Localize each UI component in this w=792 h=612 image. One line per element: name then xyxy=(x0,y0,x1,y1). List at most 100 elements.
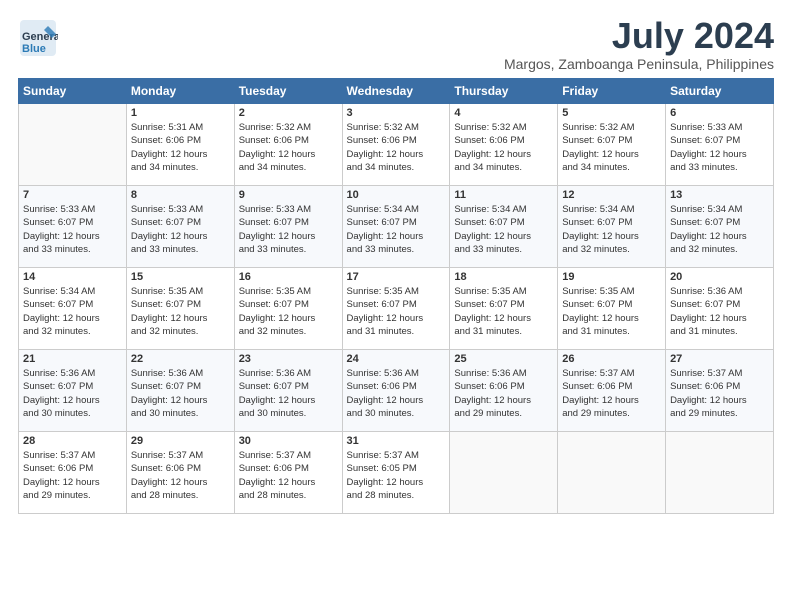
col-saturday: Saturday xyxy=(666,79,774,104)
header: General Blue July 2024 Margos, Zamboanga… xyxy=(18,18,774,72)
day-cell xyxy=(19,104,127,186)
col-wednesday: Wednesday xyxy=(342,79,450,104)
day-info: Sunrise: 5:35 AM Sunset: 6:07 PM Dayligh… xyxy=(239,285,338,338)
day-number: 7 xyxy=(23,189,122,201)
day-number: 13 xyxy=(670,189,769,201)
day-info: Sunrise: 5:35 AM Sunset: 6:07 PM Dayligh… xyxy=(454,285,553,338)
calendar-table: Sunday Monday Tuesday Wednesday Thursday… xyxy=(18,78,774,514)
day-cell: 1 Sunrise: 5:31 AM Sunset: 6:06 PM Daylig… xyxy=(126,104,234,186)
day-info: Sunrise: 5:34 AM Sunset: 6:07 PM Dayligh… xyxy=(454,203,553,256)
col-thursday: Thursday xyxy=(450,79,558,104)
day-number: 16 xyxy=(239,271,338,283)
week-row-4: 21 Sunrise: 5:36 AM Sunset: 6:07 PM Dayli… xyxy=(19,350,774,432)
day-number: 17 xyxy=(347,271,446,283)
day-cell: 23 Sunrise: 5:36 AM Sunset: 6:07 PM Dayli… xyxy=(234,350,342,432)
day-info: Sunrise: 5:36 AM Sunset: 6:06 PM Dayligh… xyxy=(454,367,553,420)
day-info: Sunrise: 5:35 AM Sunset: 6:07 PM Dayligh… xyxy=(347,285,446,338)
day-cell: 25 Sunrise: 5:36 AM Sunset: 6:06 PM Dayli… xyxy=(450,350,558,432)
day-number: 21 xyxy=(23,353,122,365)
day-info: Sunrise: 5:33 AM Sunset: 6:07 PM Dayligh… xyxy=(131,203,230,256)
location-subtitle: Margos, Zamboanga Peninsula, Philippines xyxy=(504,56,774,72)
day-info: Sunrise: 5:35 AM Sunset: 6:07 PM Dayligh… xyxy=(131,285,230,338)
day-info: Sunrise: 5:32 AM Sunset: 6:06 PM Dayligh… xyxy=(239,121,338,174)
week-row-2: 7 Sunrise: 5:33 AM Sunset: 6:07 PM Daylig… xyxy=(19,186,774,268)
col-tuesday: Tuesday xyxy=(234,79,342,104)
day-info: Sunrise: 5:32 AM Sunset: 6:06 PM Dayligh… xyxy=(347,121,446,174)
day-number: 30 xyxy=(239,435,338,447)
week-row-5: 28Sunrise: 5:37 AM Sunset: 6:06 PM Dayli… xyxy=(19,432,774,514)
day-cell xyxy=(558,432,666,514)
logo: General Blue xyxy=(18,18,58,58)
day-cell: 28Sunrise: 5:37 AM Sunset: 6:06 PM Dayli… xyxy=(19,432,127,514)
day-number: 19 xyxy=(562,271,661,283)
day-number: 9 xyxy=(239,189,338,201)
day-number: 23 xyxy=(239,353,338,365)
day-number: 8 xyxy=(131,189,230,201)
day-cell: 14 Sunrise: 5:34 AM Sunset: 6:07 PM Dayli… xyxy=(19,268,127,350)
day-info: Sunrise: 5:34 AM Sunset: 6:07 PM Dayligh… xyxy=(23,285,122,338)
day-cell: 16 Sunrise: 5:35 AM Sunset: 6:07 PM Dayli… xyxy=(234,268,342,350)
day-number: 26 xyxy=(562,353,661,365)
day-info: Sunrise: 5:31 AM Sunset: 6:06 PM Dayligh… xyxy=(131,121,230,174)
day-cell: 29Sunrise: 5:37 AM Sunset: 6:06 PM Dayli… xyxy=(126,432,234,514)
day-cell: 19 Sunrise: 5:35 AM Sunset: 6:07 PM Dayli… xyxy=(558,268,666,350)
header-row: Sunday Monday Tuesday Wednesday Thursday… xyxy=(19,79,774,104)
day-cell: 11 Sunrise: 5:34 AM Sunset: 6:07 PM Dayli… xyxy=(450,186,558,268)
day-cell: 9 Sunrise: 5:33 AM Sunset: 6:07 PM Daylig… xyxy=(234,186,342,268)
svg-text:Blue: Blue xyxy=(22,43,46,55)
day-cell: 31 Sunrise: 5:37 AM Sunset: 6:05 PM Dayli… xyxy=(342,432,450,514)
day-info: Sunrise: 5:37 AM Sunset: 6:06 PM Dayligh… xyxy=(562,367,661,420)
day-number: 10 xyxy=(347,189,446,201)
day-info: Sunrise: 5:33 AM Sunset: 6:07 PM Dayligh… xyxy=(23,203,122,256)
day-info: Sunrise: 5:33 AM Sunset: 6:07 PM Dayligh… xyxy=(239,203,338,256)
day-number: 31 xyxy=(347,435,446,447)
day-cell: 15Sunrise: 5:35 AM Sunset: 6:07 PM Dayli… xyxy=(126,268,234,350)
day-cell: 7 Sunrise: 5:33 AM Sunset: 6:07 PM Daylig… xyxy=(19,186,127,268)
day-info: Sunrise: 5:37 AM Sunset: 6:05 PM Dayligh… xyxy=(347,449,446,502)
day-number: 20 xyxy=(670,271,769,283)
day-cell: 8 Sunrise: 5:33 AM Sunset: 6:07 PM Daylig… xyxy=(126,186,234,268)
day-info: Sunrise: 5:36 AM Sunset: 6:07 PM Dayligh… xyxy=(23,367,122,420)
day-cell: 2 Sunrise: 5:32 AM Sunset: 6:06 PM Daylig… xyxy=(234,104,342,186)
day-info: Sunrise: 5:32 AM Sunset: 6:06 PM Dayligh… xyxy=(454,121,553,174)
day-cell: 26 Sunrise: 5:37 AM Sunset: 6:06 PM Dayli… xyxy=(558,350,666,432)
title-area: July 2024 Margos, Zamboanga Peninsula, P… xyxy=(504,18,774,72)
day-info: Sunrise: 5:35 AM Sunset: 6:07 PM Dayligh… xyxy=(562,285,661,338)
day-number: 2 xyxy=(239,107,338,119)
day-info: Sunrise: 5:36 AM Sunset: 6:07 PM Dayligh… xyxy=(239,367,338,420)
col-monday: Monday xyxy=(126,79,234,104)
month-title: July 2024 xyxy=(504,18,774,54)
day-number: 22 xyxy=(131,353,230,365)
col-friday: Friday xyxy=(558,79,666,104)
page: General Blue July 2024 Margos, Zamboanga… xyxy=(0,0,792,524)
day-number: 3 xyxy=(347,107,446,119)
day-info: Sunrise: 5:37 AM Sunset: 6:06 PM Dayligh… xyxy=(131,449,230,502)
day-cell xyxy=(450,432,558,514)
day-number: 18 xyxy=(454,271,553,283)
day-cell: 10Sunrise: 5:34 AM Sunset: 6:07 PM Dayli… xyxy=(342,186,450,268)
day-info: Sunrise: 5:33 AM Sunset: 6:07 PM Dayligh… xyxy=(670,121,769,174)
day-info: Sunrise: 5:37 AM Sunset: 6:06 PM Dayligh… xyxy=(239,449,338,502)
day-cell: 17 Sunrise: 5:35 AM Sunset: 6:07 PM Dayli… xyxy=(342,268,450,350)
week-row-3: 14 Sunrise: 5:34 AM Sunset: 6:07 PM Dayli… xyxy=(19,268,774,350)
day-number: 5 xyxy=(562,107,661,119)
day-cell: 5 Sunrise: 5:32 AM Sunset: 6:07 PM Daylig… xyxy=(558,104,666,186)
day-cell: 21 Sunrise: 5:36 AM Sunset: 6:07 PM Dayli… xyxy=(19,350,127,432)
day-info: Sunrise: 5:36 AM Sunset: 6:06 PM Dayligh… xyxy=(347,367,446,420)
day-info: Sunrise: 5:37 AM Sunset: 6:06 PM Dayligh… xyxy=(670,367,769,420)
day-cell: 24 Sunrise: 5:36 AM Sunset: 6:06 PM Dayli… xyxy=(342,350,450,432)
day-cell: 3 Sunrise: 5:32 AM Sunset: 6:06 PM Daylig… xyxy=(342,104,450,186)
day-number: 25 xyxy=(454,353,553,365)
day-number: 24 xyxy=(347,353,446,365)
day-info: Sunrise: 5:32 AM Sunset: 6:07 PM Dayligh… xyxy=(562,121,661,174)
day-number: 14 xyxy=(23,271,122,283)
day-cell: 30 Sunrise: 5:37 AM Sunset: 6:06 PM Dayli… xyxy=(234,432,342,514)
day-cell: 27 Sunrise: 5:37 AM Sunset: 6:06 PM Dayli… xyxy=(666,350,774,432)
day-cell: 6 Sunrise: 5:33 AM Sunset: 6:07 PM Daylig… xyxy=(666,104,774,186)
day-number: 27 xyxy=(670,353,769,365)
day-number: 4 xyxy=(454,107,553,119)
day-cell xyxy=(666,432,774,514)
day-number: 11 xyxy=(454,189,553,201)
day-number: 6 xyxy=(670,107,769,119)
day-number: 1 xyxy=(131,107,230,119)
